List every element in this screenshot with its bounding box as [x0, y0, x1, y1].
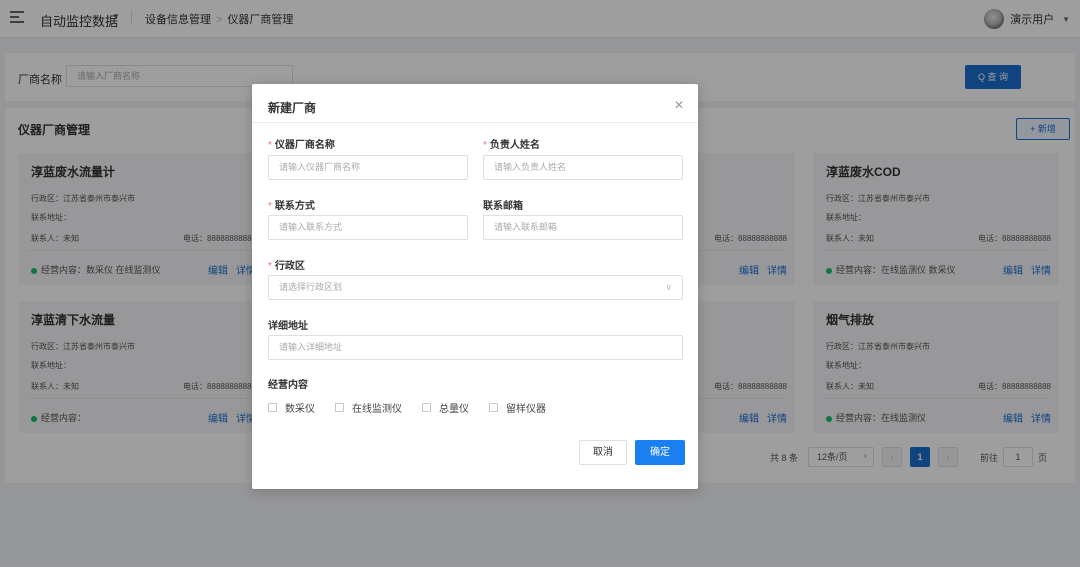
required-mark: *	[268, 201, 272, 212]
owner-name-label-text: 负责人姓名	[489, 140, 540, 151]
owner-name-input[interactable]: 请输入负责人姓名	[483, 155, 683, 180]
checkbox-icon[interactable]	[489, 403, 498, 412]
checkbox-icon[interactable]	[335, 403, 344, 412]
region-label-text: 行政区	[274, 261, 305, 272]
new-vendor-dialog: 新建厂商 ✕ * 仪器厂商名称 请输入仪器厂商名称 * 负责人姓名 请输入负责人姓名…	[252, 84, 698, 489]
scope-label: 经营内容	[268, 380, 308, 391]
vendor-name-label-text: 仪器厂商名称	[274, 140, 335, 151]
checkbox-label[interactable]: 数采仪	[285, 400, 315, 415]
region-select-placeholder: 请选择行政区划	[279, 282, 343, 292]
checkbox-sampler[interactable]: 留样仪器	[489, 400, 546, 415]
vendor-name-input[interactable]: 请输入仪器厂商名称	[268, 155, 468, 180]
required-mark: *	[268, 140, 272, 151]
region-select[interactable]: 请选择行政区划 ∨	[268, 275, 683, 300]
vendor-name-label: * 仪器厂商名称	[268, 136, 335, 151]
confirm-button[interactable]: 确定	[635, 440, 685, 465]
checkbox-label[interactable]: 在线监测仪	[352, 400, 402, 415]
contact-label: * 联系方式	[268, 197, 315, 212]
dialog-title: 新建厂商	[268, 101, 317, 115]
chevron-down-icon: ∨	[665, 282, 672, 292]
close-icon[interactable]: ✕	[674, 98, 684, 112]
contact-label-text: 联系方式	[274, 201, 315, 212]
checkbox-label[interactable]: 总量仪	[439, 400, 469, 415]
checkbox-icon[interactable]	[268, 403, 277, 412]
checkbox-online-monitor[interactable]: 在线监测仪	[335, 400, 402, 415]
scope-checkbox-group: 数采仪 在线监测仪 总量仪 留样仪器	[268, 400, 566, 415]
owner-name-label: * 负责人姓名	[483, 136, 540, 151]
required-mark: *	[483, 140, 487, 151]
required-mark: *	[268, 261, 272, 272]
region-label: * 行政区	[268, 257, 305, 272]
cancel-button[interactable]: 取消	[579, 440, 627, 465]
email-label: 联系邮箱	[483, 201, 523, 212]
contact-input[interactable]: 请输入联系方式	[268, 215, 468, 240]
checkbox-label[interactable]: 留样仪器	[506, 400, 546, 415]
address-label: 详细地址	[268, 321, 308, 332]
checkbox-icon[interactable]	[422, 403, 431, 412]
checkbox-total-meter[interactable]: 总量仪	[422, 400, 469, 415]
divider	[252, 122, 698, 123]
checkbox-data-collector[interactable]: 数采仪	[268, 400, 315, 415]
email-input[interactable]: 请输入联系邮箱	[483, 215, 683, 240]
address-input[interactable]: 请输入详细地址	[268, 335, 683, 360]
